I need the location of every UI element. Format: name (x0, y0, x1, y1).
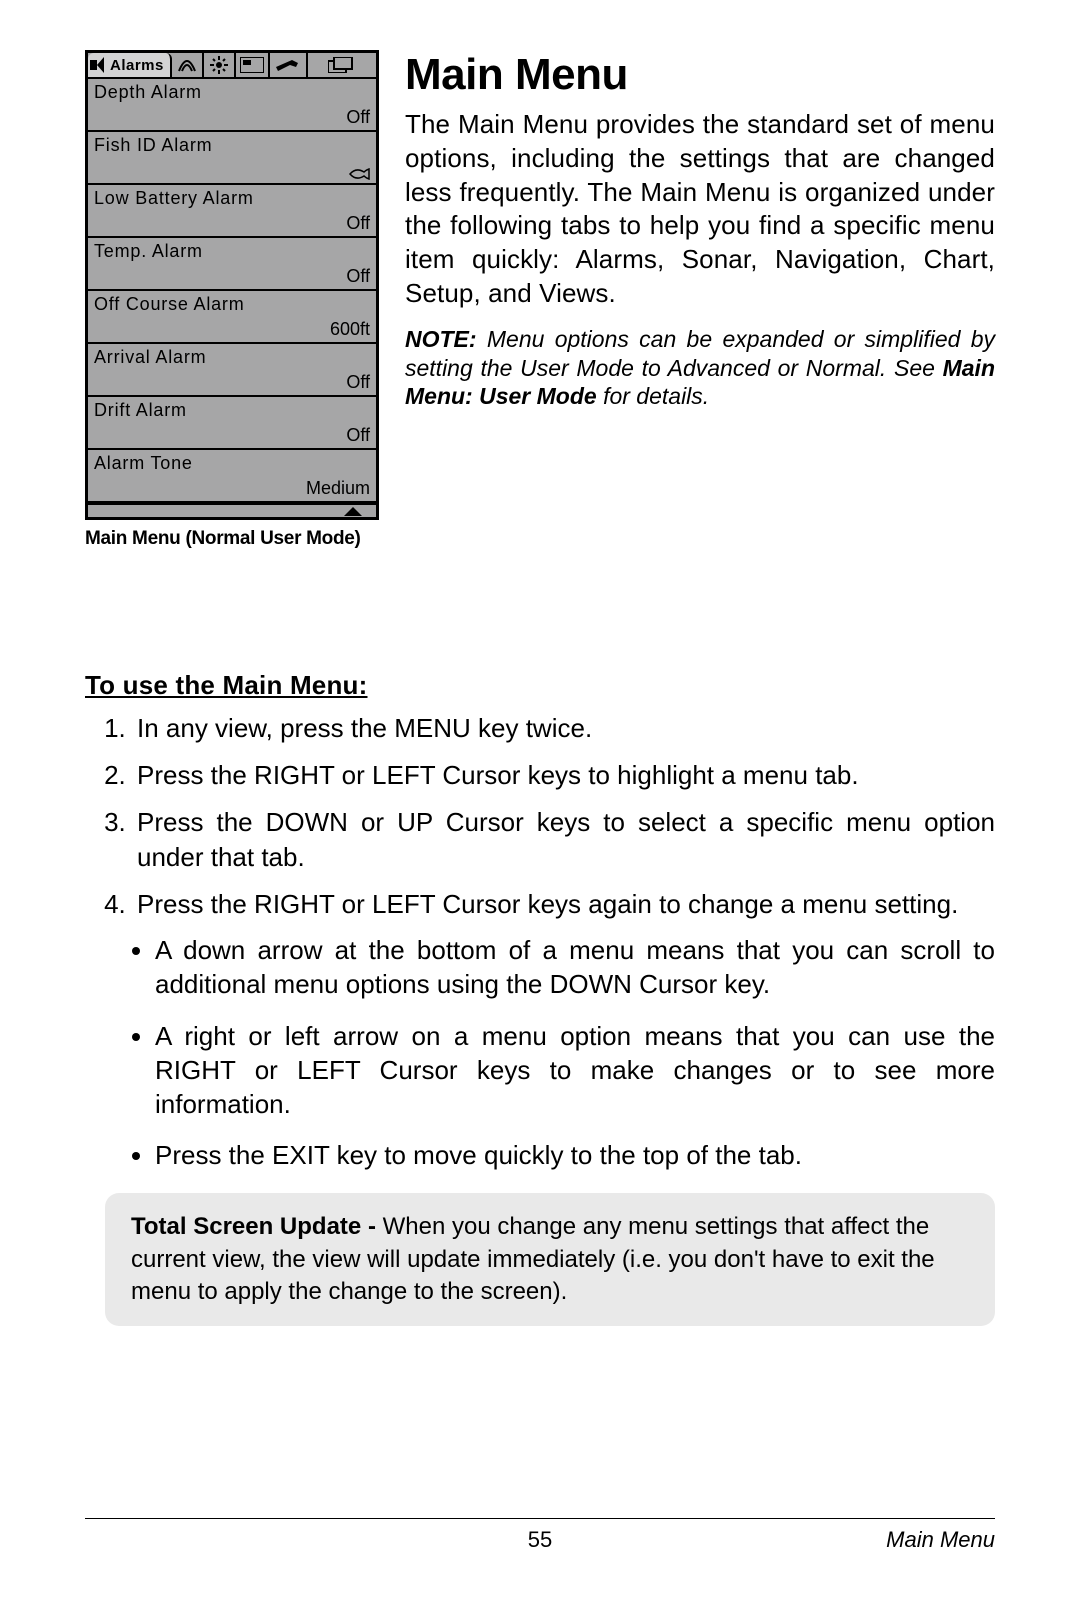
tab-sonar (172, 53, 204, 77)
menu-item-arrival-alarm: Arrival Alarm Off (88, 344, 376, 397)
tab-setup (270, 53, 308, 77)
sonar-icon (176, 57, 198, 73)
device-caption: Main Menu (Normal User Mode) (85, 528, 405, 550)
scroll-down-indicator (88, 503, 376, 517)
menu-value: Off (346, 107, 370, 128)
step-item: Press the RIGHT or LEFT Cursor keys agai… (133, 887, 995, 922)
menu-label: Alarm Tone (94, 453, 370, 474)
menu-item-off-course-alarm: Off Course Alarm 600ft (88, 291, 376, 344)
menu-item-low-battery-alarm: Low Battery Alarm Off (88, 185, 376, 238)
menu-item-alarm-tone: Alarm Tone Medium (88, 450, 376, 503)
bullet-item: Press the EXIT key to move quickly to th… (155, 1139, 995, 1173)
bullet-item: A down arrow at the bottom of a menu mea… (155, 934, 995, 1002)
bullets-list: A down arrow at the bottom of a menu mea… (85, 934, 995, 1173)
sun-icon (210, 56, 228, 74)
wrench-icon (274, 57, 302, 73)
menu-value: 600ft (330, 319, 370, 340)
page-title: Main Menu (405, 50, 995, 100)
tab-alarms: Alarms (88, 53, 172, 77)
views-icon (328, 57, 356, 73)
device-screenshot: Alarms Depth Alarm (85, 50, 405, 550)
menu-value: Off (346, 372, 370, 393)
menu-item-fish-id-alarm: Fish ID Alarm (88, 132, 376, 185)
menu-value: Off (346, 213, 370, 234)
menu-label: Low Battery Alarm (94, 188, 370, 209)
intro-paragraph: The Main Menu provides the standard set … (405, 108, 995, 311)
tip-title: Total Screen Update - (131, 1213, 383, 1240)
bullet-item: A right or left arrow on a menu option m… (155, 1020, 995, 1121)
menu-item-drift-alarm: Drift Alarm Off (88, 397, 376, 450)
menu-item-temp-alarm: Temp. Alarm Off (88, 238, 376, 291)
menu-label: Off Course Alarm (94, 294, 370, 315)
scroll-up-arrow-icon (344, 507, 362, 516)
tab-alarms-label: Alarms (110, 57, 164, 74)
menu-value: Off (346, 266, 370, 287)
note-tail: for details. (597, 383, 710, 409)
menu-value: Medium (306, 478, 370, 499)
tab-chart (236, 53, 270, 77)
menu-value: Off (346, 425, 370, 446)
menu-item-depth-alarm: Depth Alarm Off (88, 79, 376, 132)
subheading: To use the Main Menu: (85, 670, 995, 701)
page-number: 55 (528, 1527, 552, 1553)
menu-label: Temp. Alarm (94, 241, 370, 262)
speaker-icon (90, 57, 108, 73)
flag-icon (240, 57, 264, 73)
menu-label: Drift Alarm (94, 400, 370, 421)
footer-section: Main Menu (886, 1527, 995, 1553)
note-body: Menu options can be expanded or simplifi… (405, 326, 995, 381)
steps-list: In any view, press the MENU key twice. P… (85, 711, 995, 922)
step-item: Press the RIGHT or LEFT Cursor keys to h… (133, 758, 995, 793)
step-item: Press the DOWN or UP Cursor keys to sele… (133, 805, 995, 875)
tab-navigation (204, 53, 236, 77)
tab-views (308, 53, 376, 77)
device-tab-bar: Alarms (88, 53, 376, 79)
menu-label: Fish ID Alarm (94, 135, 370, 156)
step-item: In any view, press the MENU key twice. (133, 711, 995, 746)
menu-label: Depth Alarm (94, 82, 370, 103)
note-label: NOTE: (405, 326, 477, 352)
tip-box: Total Screen Update - When you change an… (105, 1193, 995, 1326)
note-paragraph: NOTE: Menu options can be expanded or si… (405, 325, 995, 411)
fish-icon (348, 167, 370, 181)
menu-label: Arrival Alarm (94, 347, 370, 368)
page-footer: 55 Main Menu (85, 1518, 995, 1553)
